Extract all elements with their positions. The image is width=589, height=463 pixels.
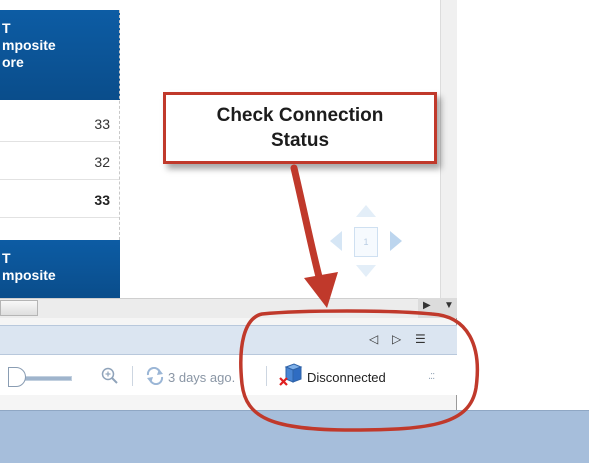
column-divider <box>119 10 120 240</box>
refresh-icon[interactable] <box>145 367 165 385</box>
table-cell-value: 33 <box>94 192 110 208</box>
table-total-row[interactable]: 33 <box>0 180 120 218</box>
zoom-in-icon[interactable] <box>100 366 120 386</box>
header-text-line: mposite <box>2 37 56 53</box>
table-row[interactable]: 32 <box>0 142 120 180</box>
zoom-slider-track[interactable] <box>18 376 72 381</box>
header-text-line: T <box>2 20 11 36</box>
callout-text-line: Check Connection <box>216 105 384 126</box>
table-column-header[interactable]: T mposite ore <box>0 10 120 100</box>
status-separator <box>132 366 133 386</box>
nav-right-icon[interactable] <box>390 231 402 251</box>
table-row[interactable]: 33 <box>0 104 120 142</box>
table-cell-value: 32 <box>94 154 110 170</box>
header-text-line: mposite <box>2 267 56 283</box>
horizontal-scroll-thumb[interactable] <box>0 300 38 316</box>
last-refresh-text: 3 days ago. <box>168 370 236 385</box>
annotation-highlight-ring <box>239 309 480 432</box>
vertical-scrollbar[interactable] <box>440 0 457 298</box>
callout-text-line: Status <box>270 130 330 151</box>
annotation-arrow <box>290 164 338 308</box>
table-cell-value: 33 <box>94 116 110 132</box>
header-text-line: ore <box>2 54 24 70</box>
annotation-callout: Check Connection Status <box>163 92 437 164</box>
header-text-line: T <box>2 250 11 266</box>
table-column-header[interactable]: T mposite <box>0 240 120 298</box>
